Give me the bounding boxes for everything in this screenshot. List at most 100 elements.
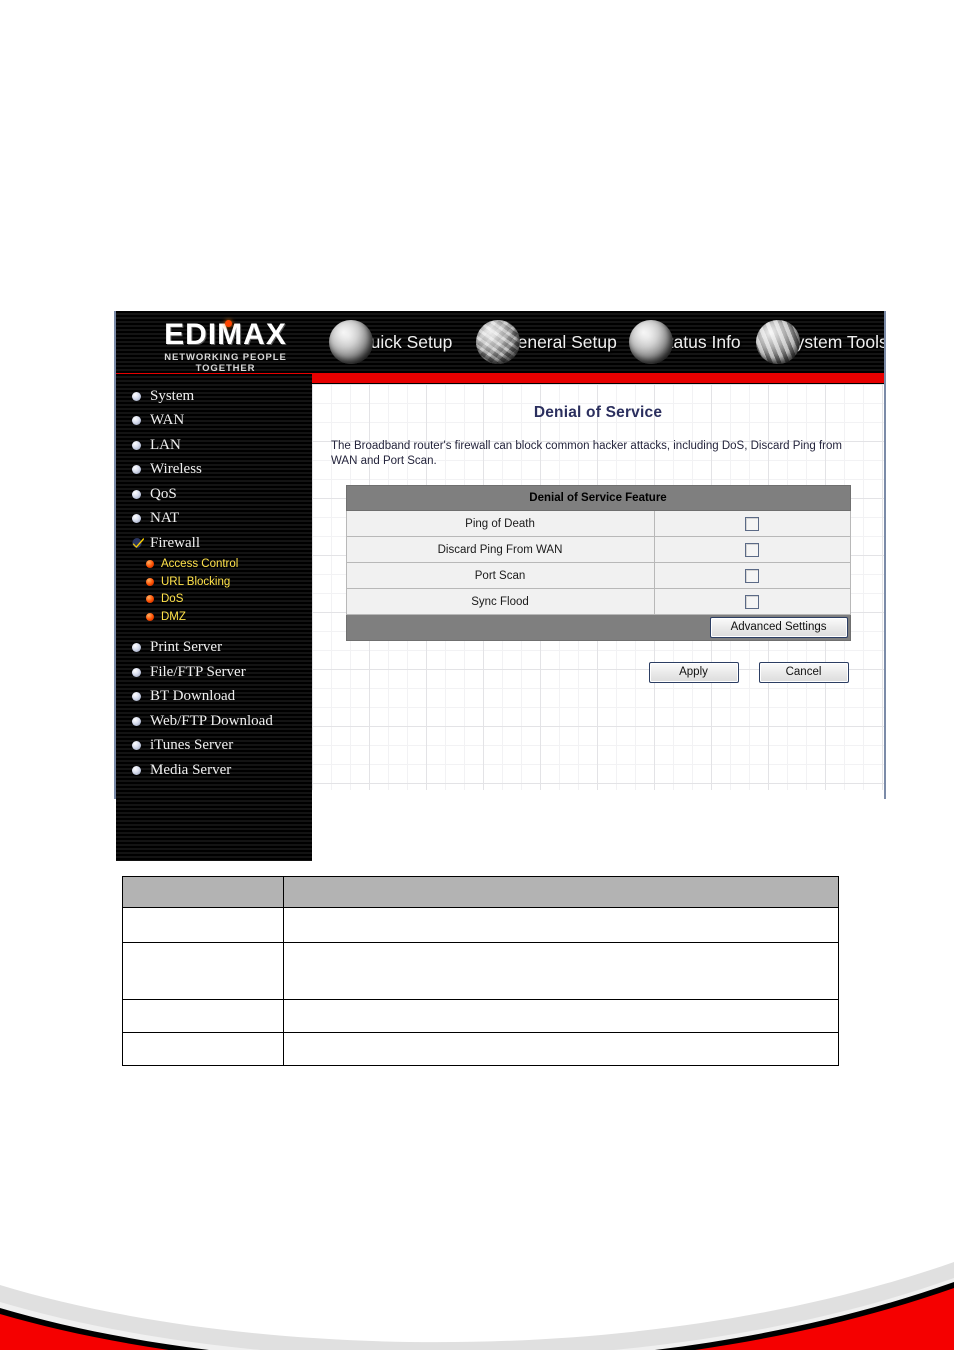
sidebar-item-label: WAN — [150, 412, 185, 429]
sub-bullet-icon — [146, 612, 154, 621]
router-admin-panel: EDIMAX NETWORKING PEOPLE TOGETHER Quick … — [114, 311, 886, 861]
documentation-table — [122, 876, 839, 1066]
bullet-icon — [132, 391, 141, 401]
sidebar-subitem-label: DoS — [161, 593, 184, 606]
sidebar-item-label: Firewall — [150, 534, 200, 551]
sidebar-item-label: File/FTP Server — [150, 663, 246, 680]
sidebar-subitem-label: DMZ — [161, 610, 186, 623]
nav-tab-quick-setup[interactable]: Quick Setup — [329, 319, 452, 365]
apply-button[interactable]: Apply — [648, 662, 739, 683]
doc-cell-description — [283, 942, 839, 1000]
footer-decoration — [0, 1262, 954, 1350]
discard-ping-from-wan-checkbox[interactable] — [745, 542, 759, 557]
panel-body: System WAN LAN Wireless QoS NAT Firewall… — [116, 374, 884, 861]
nav-tab-status-info[interactable]: Status Info — [629, 319, 741, 365]
sub-bullet-icon — [146, 560, 154, 569]
sidebar-item-label: Wireless — [150, 461, 202, 478]
table-row: Sync Flood — [345, 588, 851, 615]
bullet-icon — [132, 692, 141, 702]
main-content: Denial of Service The Broadband router's… — [312, 384, 884, 790]
sidebar-subitem-label: Access Control — [161, 558, 239, 571]
bullet-icon — [132, 667, 141, 677]
page-title: Denial of Service — [533, 404, 663, 421]
checkmark-icon — [132, 537, 145, 549]
sidebar-item-wireless[interactable]: Wireless — [116, 458, 312, 483]
feature-check-cell — [653, 588, 851, 615]
sidebar-item-print-server[interactable]: Print Server — [116, 636, 312, 661]
sidebar-item-web-ftp-download[interactable]: Web/FTP Download — [116, 709, 312, 734]
sidebar-subitem-access-control[interactable]: Access Control — [116, 556, 312, 574]
bullet-icon — [132, 514, 141, 524]
sync-flood-checkbox[interactable] — [745, 594, 759, 609]
table-footer-row: Advanced Settings — [345, 614, 851, 641]
sidebar-item-media-server[interactable]: Media Server — [116, 758, 312, 783]
advanced-settings-button[interactable]: Advanced Settings — [709, 617, 848, 638]
logo-dot-icon — [225, 320, 232, 327]
bullet-icon — [132, 716, 141, 726]
bullet-icon — [132, 489, 141, 499]
bullet-icon — [132, 643, 141, 653]
doc-cell-term — [122, 942, 284, 1000]
sidebar-item-label: LAN — [150, 436, 181, 453]
sidebar-item-qos[interactable]: QoS — [116, 482, 312, 507]
sidebar-subitem-label: URL Blocking — [161, 575, 231, 588]
sidebar-item-label: System — [150, 387, 195, 404]
app-banner: EDIMAX NETWORKING PEOPLE TOGETHER Quick … — [116, 311, 884, 372]
ping-of-death-checkbox[interactable] — [745, 516, 759, 531]
doc-cell-term — [122, 1032, 284, 1066]
bullet-icon — [132, 465, 141, 475]
port-scan-checkbox[interactable] — [745, 568, 759, 583]
table-row: Ping of Death — [345, 510, 851, 537]
bullet-icon — [132, 741, 141, 751]
doc-header-cell — [283, 876, 839, 908]
edimax-logo: EDIMAX NETWORKING PEOPLE TOGETHER — [133, 319, 318, 373]
sidebar-item-label: NAT — [150, 510, 180, 527]
denial-of-service-table: Denial of Service Feature Ping of Death … — [345, 485, 851, 641]
doc-header-cell — [122, 876, 284, 908]
cancel-button[interactable]: Cancel — [758, 662, 849, 683]
doc-table-header-row — [122, 876, 839, 908]
sidebar-subitem-dmz[interactable]: DMZ — [116, 608, 312, 626]
doc-cell-description — [283, 1032, 839, 1066]
nav-tab-general-setup[interactable]: General Setup — [476, 319, 617, 365]
sidebar-item-itunes-server[interactable]: iTunes Server — [116, 734, 312, 759]
sidebar-item-lan[interactable]: LAN — [116, 433, 312, 458]
logo-tagline: NETWORKING PEOPLE TOGETHER — [164, 352, 287, 372]
feature-check-cell — [653, 510, 851, 537]
form-actions: Apply Cancel — [346, 662, 851, 683]
sub-bullet-icon — [146, 595, 154, 604]
doc-cell-description — [283, 999, 839, 1033]
sidebar-subitem-url-blocking[interactable]: URL Blocking — [116, 573, 312, 591]
sidebar-item-file-ftp-server[interactable]: File/FTP Server — [116, 660, 312, 685]
sidebar-item-label: Media Server — [150, 761, 232, 778]
sidebar-subitem-dos[interactable]: DoS — [116, 591, 312, 609]
doc-table-row — [122, 907, 839, 943]
sidebar-item-firewall[interactable]: Firewall — [116, 531, 312, 556]
sidebar-item-label: Print Server — [150, 639, 223, 656]
sidebar-item-wan[interactable]: WAN — [116, 409, 312, 434]
sub-bullet-icon — [146, 577, 154, 586]
nav-tab-label: General Setup — [504, 331, 617, 352]
table-row: Discard Ping From WAN — [345, 536, 851, 563]
table-header-label: Denial of Service Feature — [345, 485, 851, 511]
nav-tab-system-tools[interactable]: System Tools — [756, 319, 884, 365]
sidebar-nav: System WAN LAN Wireless QoS NAT Firewall… — [116, 374, 312, 861]
table-footer-cell: Advanced Settings — [345, 614, 851, 641]
mouse-orb-icon — [329, 320, 373, 364]
doc-table-row — [122, 1032, 839, 1066]
feature-label: Sync Flood — [345, 588, 655, 615]
doc-cell-description — [283, 907, 839, 943]
doc-table-row — [122, 999, 839, 1033]
sidebar-item-system[interactable]: System — [116, 384, 312, 409]
sidebar-item-label: Web/FTP Download — [150, 712, 273, 729]
feature-check-cell — [653, 562, 851, 589]
sidebar-item-label: QoS — [150, 485, 177, 502]
bullet-icon — [132, 416, 141, 426]
globe-orb-icon — [476, 320, 520, 364]
feature-label: Discard Ping From WAN — [345, 536, 655, 563]
feature-check-cell — [653, 536, 851, 563]
sidebar-item-bt-download[interactable]: BT Download — [116, 685, 312, 710]
bullet-icon — [132, 440, 141, 450]
sidebar-item-nat[interactable]: NAT — [116, 507, 312, 532]
